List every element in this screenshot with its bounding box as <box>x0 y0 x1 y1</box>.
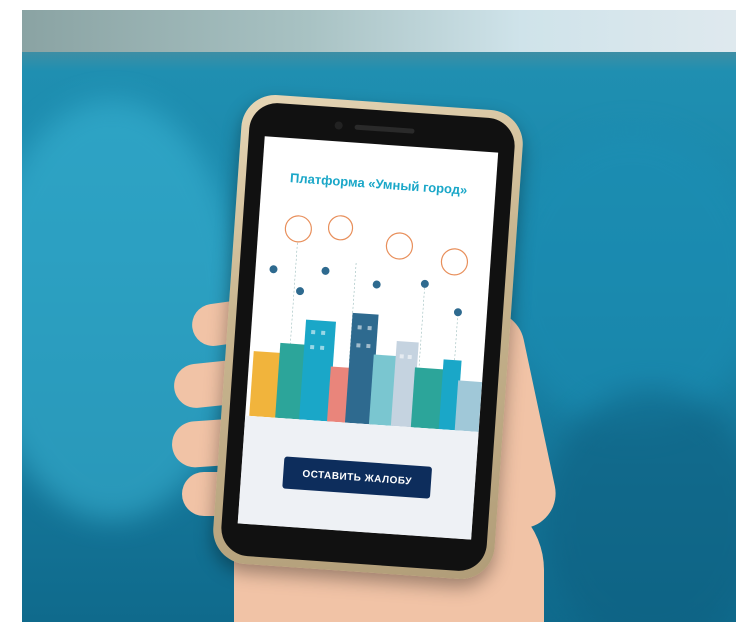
screen-title: Платформа «Умный город» <box>289 170 468 198</box>
blanket-fold <box>542 390 736 622</box>
phone-front: Платформа «Умный город» ОСТАВИТЬ ЖАЛОБУ <box>219 101 517 573</box>
city-graphic <box>249 215 483 432</box>
complaint-button[interactable]: ОСТАВИТЬ ЖАЛОБУ <box>282 456 433 499</box>
earpiece-speaker <box>354 124 415 134</box>
phone-screen: Платформа «Умный город» ОСТАВИТЬ ЖАЛОБУ <box>237 136 499 540</box>
blanket-fold <box>502 130 736 430</box>
cta-area: ОСТАВИТЬ ЖАЛОБУ <box>237 415 479 540</box>
wall-background <box>22 10 736 52</box>
smart-city-illustration <box>245 196 494 432</box>
front-camera <box>334 121 343 130</box>
photo-background: Платформа «Умный город» ОСТАВИТЬ ЖАЛОБУ <box>22 10 736 622</box>
smartphone: Платформа «Умный город» ОСТАВИТЬ ЖАЛОБУ <box>210 92 526 582</box>
